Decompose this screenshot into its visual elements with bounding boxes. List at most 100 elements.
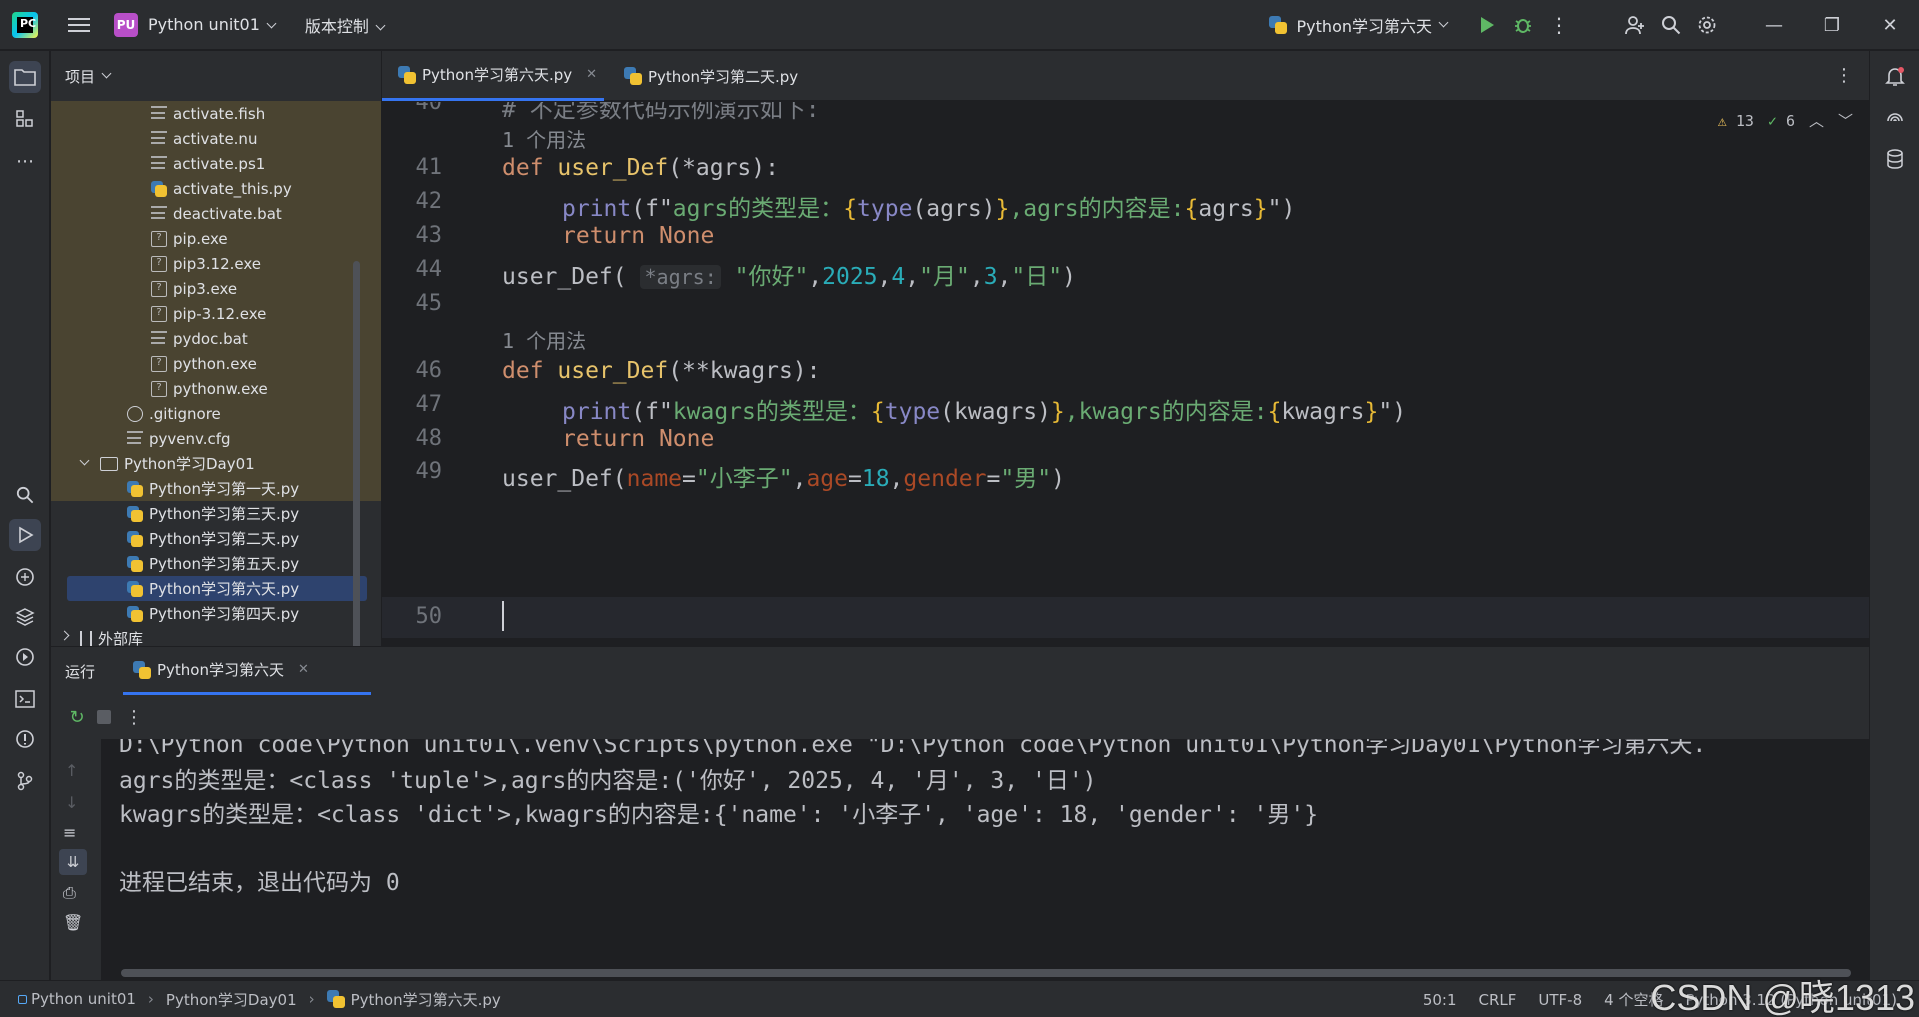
tree-item[interactable]: Python学习第四天.py xyxy=(51,601,381,626)
layers-icon[interactable] xyxy=(9,601,41,633)
breadcrumb-folder[interactable]: Python学习Day01 xyxy=(166,989,297,1010)
tree-item[interactable]: .gitignore xyxy=(51,401,381,426)
tree-item[interactable]: ? pip3.exe xyxy=(51,276,381,301)
project-tool-icon[interactable] xyxy=(9,61,41,93)
tree-item[interactable]: Python学习第三天.py xyxy=(51,501,381,526)
tree-item-selected[interactable]: Python学习第六天.py xyxy=(67,576,367,601)
run-config-selector[interactable]: Python学习第六天 xyxy=(1268,13,1449,37)
minimize-icon[interactable]: — xyxy=(1745,0,1803,50)
line-number: 47 xyxy=(415,392,443,417)
text-file-icon xyxy=(151,155,167,172)
pycharm-logo-icon[interactable]: PC xyxy=(12,11,38,38)
services-icon[interactable] xyxy=(9,641,41,673)
close-icon[interactable]: ✕ xyxy=(1861,0,1919,50)
unknown-file-icon: ? xyxy=(151,305,167,322)
project-badge[interactable]: PU xyxy=(114,12,138,37)
tree-item[interactable]: deactivate.bat xyxy=(51,201,381,226)
tree-item[interactable]: activate.nu xyxy=(51,126,381,151)
tree-item[interactable]: ? python.exe xyxy=(51,351,381,376)
scroll-to-end-icon[interactable]: ⇊ xyxy=(59,849,87,875)
tree-item[interactable]: activate.fish xyxy=(51,101,381,126)
file-encoding[interactable]: UTF-8 xyxy=(1538,991,1582,1009)
debug-icon[interactable] xyxy=(1505,7,1541,43)
tree-item[interactable]: ? pip-3.12.exe xyxy=(51,301,381,326)
terminal-icon[interactable] xyxy=(9,683,41,715)
find-tool-icon[interactable] xyxy=(9,479,41,511)
code-editor[interactable]: ⚠ 13 ✓ 6 ︿ ﹀ 40 41 42 43 44 45 46 47 48 … xyxy=(382,102,1869,644)
rerun-icon[interactable]: ↻ xyxy=(65,705,89,729)
database-icon[interactable] xyxy=(1879,143,1911,175)
run-icon[interactable] xyxy=(1469,7,1505,43)
tree-item-folder[interactable]: Python学习Day01 xyxy=(51,451,381,476)
hamburger-menu-icon[interactable] xyxy=(68,17,90,32)
arrow-down-icon[interactable]: ↓ xyxy=(65,793,78,812)
ai-assistant-icon[interactable] xyxy=(1879,103,1911,135)
more-tools-icon[interactable]: ⋯ xyxy=(9,145,41,177)
git-icon[interactable] xyxy=(9,765,41,797)
stop-icon[interactable] xyxy=(97,710,111,724)
project-switcher[interactable]: Python unit01 xyxy=(148,15,277,34)
tree-item[interactable]: Python学习第五天.py xyxy=(51,551,381,576)
tree-item[interactable]: activate_this.py xyxy=(51,176,381,201)
add-user-icon[interactable] xyxy=(1617,7,1653,43)
status-bar: Python unit01 › Python学习Day01 › Python学习… xyxy=(0,977,1919,1017)
more-vert-icon[interactable]: ⋮ xyxy=(1541,7,1577,43)
project-scrollbar[interactable] xyxy=(353,261,360,646)
chevron-right-icon: › xyxy=(147,990,154,1008)
tab-python-day6[interactable]: Python学习第六天.py ✕ xyxy=(382,51,604,101)
project-panel-header[interactable]: 项目 xyxy=(51,51,381,101)
tree-item[interactable]: ? pip3.12.exe xyxy=(51,251,381,276)
tree-item[interactable]: ? pip.exe xyxy=(51,226,381,251)
console-line: D:\Python code\Python unit01\.venv\Scrip… xyxy=(119,739,1707,758)
search-icon[interactable] xyxy=(1653,7,1689,43)
run-tab[interactable]: Python学习第六天 ✕ xyxy=(123,647,371,695)
gear-icon[interactable] xyxy=(1689,7,1725,43)
tree-item-library[interactable]: 外部库 xyxy=(51,626,381,646)
python-file-icon xyxy=(127,605,143,622)
print-icon[interactable]: ⎙ xyxy=(63,883,76,903)
breadcrumb-project[interactable]: Python unit01 xyxy=(31,990,136,1008)
unknown-file-icon: ? xyxy=(151,255,167,272)
python-console-icon[interactable] xyxy=(9,561,41,593)
breadcrumb-file[interactable]: Python学习第六天.py xyxy=(351,989,501,1010)
chevron-down-icon[interactable]: ﹀ xyxy=(1838,110,1853,131)
line-number: 41 xyxy=(415,155,443,180)
line-number: 48 xyxy=(415,426,443,451)
console-hscrollbar[interactable] xyxy=(121,969,1851,977)
trash-icon[interactable]: 🗑 xyxy=(63,913,83,932)
code-line-44: user_Def( *agrs: "你好",2025,4,"月",3,"日") xyxy=(502,264,1076,290)
line-number: 46 xyxy=(415,358,443,383)
python-file-icon xyxy=(398,65,416,84)
maximize-icon[interactable]: ❐ xyxy=(1803,0,1861,50)
close-tab-icon[interactable]: ✕ xyxy=(586,67,597,82)
tree-item[interactable]: Python学习第一天.py xyxy=(51,476,381,501)
caret-position[interactable]: 50:1 xyxy=(1423,991,1457,1009)
arrow-up-icon[interactable]: ↑ xyxy=(65,761,78,780)
problems-icon[interactable] xyxy=(9,723,41,755)
vcs-menu[interactable]: 版本控制 xyxy=(305,13,386,37)
tree-item[interactable]: activate.ps1 xyxy=(51,151,381,176)
soft-wrap-icon[interactable]: ≡ xyxy=(63,823,76,842)
ok-count[interactable]: ✓ 6 xyxy=(1768,112,1795,130)
more-vert-icon[interactable]: ⋮ xyxy=(1835,65,1853,86)
structure-tool-icon[interactable] xyxy=(9,103,41,135)
notifications-icon[interactable] xyxy=(1879,61,1911,93)
usage-hint[interactable]: 1 个用法 xyxy=(502,325,586,354)
tree-item[interactable]: ? pythonw.exe xyxy=(51,376,381,401)
editor-tab-bar: Python学习第六天.py ✕ Python学习第二天.py ⋮ xyxy=(382,51,1869,101)
run-toolbar: ↻ ⋮ xyxy=(51,695,1869,739)
tree-item[interactable]: Python学习第二天.py xyxy=(51,526,381,551)
close-tab-icon[interactable]: ✕ xyxy=(298,662,309,677)
usage-hint[interactable]: 1 个用法 xyxy=(502,124,586,153)
code-line-49: user_Def(name="小李子",age=18,gender="男") xyxy=(502,466,1065,492)
run-tool-icon[interactable] xyxy=(9,519,41,551)
more-vert-icon[interactable]: ⋮ xyxy=(125,707,143,728)
warning-count[interactable]: ⚠ 13 xyxy=(1718,112,1754,130)
console-output[interactable]: D:\Python code\Python unit01\.venv\Scrip… xyxy=(101,739,1869,981)
tree-item[interactable]: pydoc.bat xyxy=(51,326,381,351)
tree-item[interactable]: pyvenv.cfg xyxy=(51,426,381,451)
inspection-widget[interactable]: ⚠ 13 ✓ 6 ︿ ﹀ xyxy=(1718,110,1853,131)
tab-python-day2[interactable]: Python学习第二天.py xyxy=(608,51,798,101)
line-separator[interactable]: CRLF xyxy=(1479,991,1517,1009)
chevron-up-icon[interactable]: ︿ xyxy=(1809,110,1824,131)
